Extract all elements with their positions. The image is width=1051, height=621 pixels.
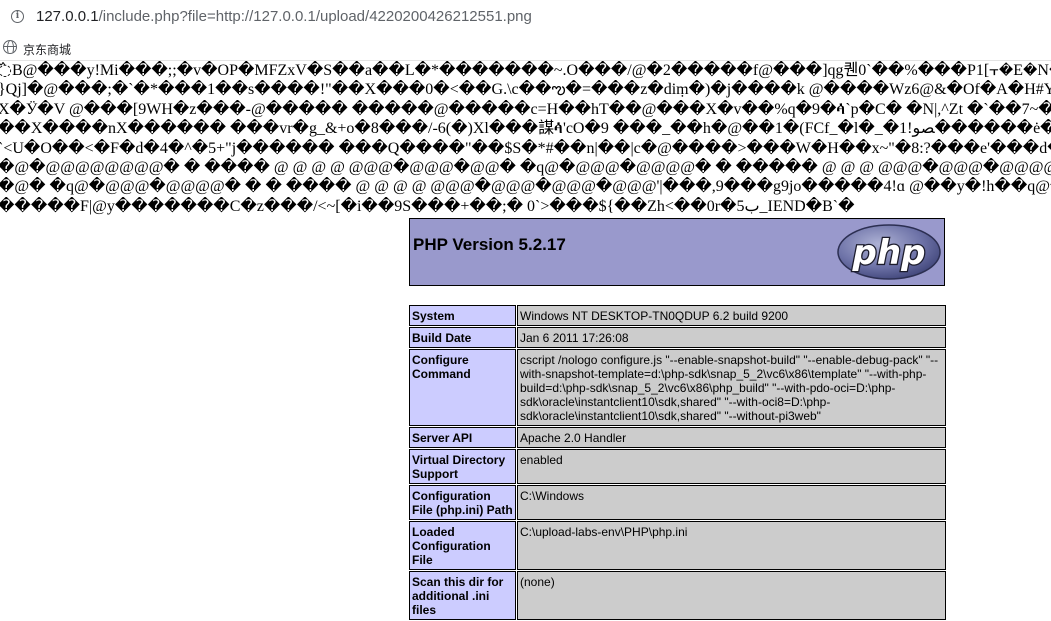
url-host: 127.0.0.1: [36, 8, 99, 25]
garbled-line: `<U�O��<�F�d�4�^�5+"j������ ���Q����"��$…: [0, 139, 1051, 157]
garbled-line: �@� �q@�@@@�@@@@� � � ���� @ @ @ @ @@@�@…: [0, 178, 1051, 196]
bookmark-jd-mall[interactable]: 京东商城: [23, 41, 71, 58]
row-value: C:\upload-labs-env\PHP\php.ini: [517, 521, 946, 570]
row-key: Build Date: [409, 327, 516, 348]
table-row: Virtual Directory Support enabled: [409, 449, 946, 484]
row-value: Apache 2.0 Handler: [517, 427, 946, 448]
url-text[interactable]: 127.0.0.1/include.php?file=http://127.0.…: [36, 8, 532, 25]
garbled-line: X�Ӱ�V @���[9WH�z���-@����� �����@�����c=…: [0, 100, 1051, 118]
bookmarks-bar: 京东商城: [0, 36, 1051, 61]
garbled-line: ߰B@���y!Mi���;;�v�OP�MFZxV�S��a��L�*����…: [0, 62, 1051, 79]
table-row: Configure Command cscript /nologo config…: [409, 349, 946, 426]
row-key: Configure Command: [409, 349, 516, 426]
address-bar[interactable]: i 127.0.0.1/include.php?file=http://127.…: [0, 0, 1051, 36]
row-value: C:\Windows: [517, 485, 946, 520]
php-logo[interactable]: php: [836, 223, 942, 281]
globe-icon: [3, 40, 17, 54]
garbled-line: }Qj]�@���;�`�*���1��s����!"��X���0�<��G.…: [0, 81, 1051, 99]
row-key: Loaded Configuration File: [409, 521, 516, 570]
table-row: Build Date Jan 6 2011 17:26:08: [409, 327, 946, 348]
garbled-line: �����F|@y�������C�z���/<~[�i��9S���+��;�…: [0, 197, 855, 215]
row-key: System: [409, 305, 516, 326]
row-value: (none): [517, 571, 946, 620]
table-row: Server API Apache 2.0 Handler: [409, 427, 946, 448]
row-key: Scan this dir for additional .ini files: [409, 571, 516, 620]
garbled-line: ��X����nX������ ���vr�g_&+o�8���/-6(�)Xl…: [0, 120, 1051, 138]
row-key: Server API: [409, 427, 516, 448]
url-path: /include.php?file=http://127.0.0.1/uploa…: [98, 8, 532, 25]
info-icon[interactable]: i: [11, 10, 24, 23]
garbled-binary-output: ߰B@���y!Mi���;;�v�OP�MFZxV�S��a��L�*����…: [0, 61, 1051, 216]
row-value: enabled: [517, 449, 946, 484]
row-value: Jan 6 2011 17:26:08: [517, 327, 946, 348]
table-row: Scan this dir for additional .ini files …: [409, 571, 946, 620]
table-row: System Windows NT DESKTOP-TN0QDUP 6.2 bu…: [409, 305, 946, 326]
row-key: Virtual Directory Support: [409, 449, 516, 484]
row-value: Windows NT DESKTOP-TN0QDUP 6.2 build 920…: [517, 305, 946, 326]
row-value: cscript /nologo configure.js "--enable-s…: [517, 349, 946, 426]
php-logo-text: php: [852, 233, 926, 273]
phpinfo-header: PHP Version 5.2.17 php: [409, 218, 945, 286]
table-row: Loaded Configuration File C:\upload-labs…: [409, 521, 946, 570]
table-row: Configuration File (php.ini) Path C:\Win…: [409, 485, 946, 520]
row-key: Configuration File (php.ini) Path: [409, 485, 516, 520]
garbled-line: �@�@@@@@@@@� � ���� @ @ @ @ @@@�@@@�@@� …: [0, 158, 1051, 176]
phpinfo-table: System Windows NT DESKTOP-TN0QDUP 6.2 bu…: [408, 304, 947, 621]
php-version-title: PHP Version 5.2.17: [413, 235, 566, 254]
